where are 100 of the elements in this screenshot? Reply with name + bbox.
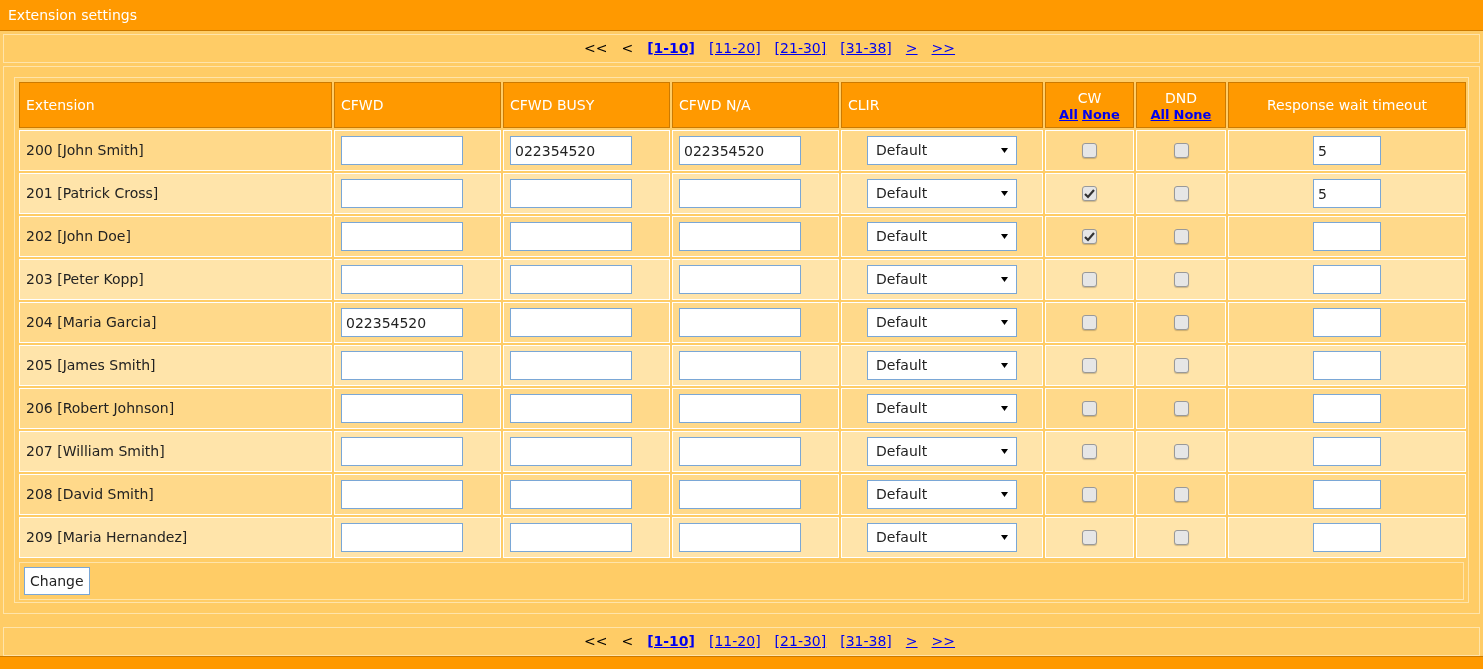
- checkbox[interactable]: [1082, 530, 1097, 545]
- input-field[interactable]: [510, 437, 632, 466]
- select-link[interactable]: All: [1059, 106, 1079, 122]
- dropdown[interactable]: Default: [867, 523, 1017, 552]
- input-field[interactable]: [510, 523, 632, 552]
- input-field[interactable]: [679, 351, 801, 380]
- input-field[interactable]: 5: [1313, 179, 1381, 208]
- current-page-link[interactable]: [1-10]: [647, 38, 695, 59]
- input-field[interactable]: [1313, 394, 1381, 423]
- current-page-link[interactable]: [1-10]: [647, 631, 695, 652]
- input-field[interactable]: 5: [1313, 136, 1381, 165]
- checkbox[interactable]: [1173, 401, 1189, 416]
- checkbox[interactable]: [1173, 272, 1189, 287]
- input-field[interactable]: [679, 222, 801, 251]
- caret-icon: [1001, 148, 1008, 153]
- extension-name: 205 [James Smith]: [26, 357, 156, 373]
- input-field[interactable]: 022354520: [341, 308, 463, 337]
- checkbox[interactable]: [1173, 315, 1189, 330]
- input-field[interactable]: [341, 136, 463, 165]
- select-link[interactable]: All: [1150, 106, 1170, 122]
- page-link[interactable]: [21-30]: [774, 38, 827, 59]
- input-field[interactable]: [510, 394, 632, 423]
- select-link[interactable]: None: [1173, 106, 1212, 122]
- input-field[interactable]: 022354520: [679, 136, 801, 165]
- dropdown[interactable]: Default: [867, 136, 1017, 165]
- caret-icon: [1001, 449, 1008, 454]
- checkbox[interactable]: [1082, 272, 1097, 287]
- input-field[interactable]: [341, 394, 463, 423]
- caret-icon: [1001, 234, 1008, 239]
- extension-name: 209 [Maria Hernandez]: [26, 529, 188, 545]
- input-field[interactable]: 022354520: [510, 136, 632, 165]
- pager-text: <: [621, 632, 634, 651]
- page-link[interactable]: [31-38]: [840, 631, 892, 652]
- page-link[interactable]: [31-38]: [840, 38, 892, 59]
- checkbox[interactable]: [1082, 444, 1097, 459]
- caret-icon: [1001, 320, 1008, 325]
- input-field[interactable]: [341, 179, 463, 208]
- select-link[interactable]: None: [1082, 106, 1120, 122]
- page-link[interactable]: [11-20]: [709, 631, 761, 652]
- input-field[interactable]: [341, 480, 463, 509]
- checkbox[interactable]: [1173, 487, 1189, 502]
- input-field[interactable]: [679, 437, 801, 466]
- extension-name: 203 [Peter Kopp]: [26, 271, 144, 287]
- input-field[interactable]: [679, 179, 801, 208]
- checkbox[interactable]: [1082, 229, 1097, 244]
- checkbox[interactable]: [1173, 186, 1189, 201]
- checkbox[interactable]: [1082, 186, 1097, 201]
- input-field[interactable]: [341, 351, 463, 380]
- dropdown[interactable]: Default: [867, 437, 1017, 466]
- input-field[interactable]: [679, 523, 801, 552]
- checkbox[interactable]: [1173, 358, 1189, 373]
- input-field[interactable]: [341, 437, 463, 466]
- input-field[interactable]: [510, 179, 632, 208]
- dropdown[interactable]: Default: [867, 265, 1017, 294]
- input-field[interactable]: [510, 222, 632, 251]
- checkbox[interactable]: [1082, 315, 1097, 330]
- input-field[interactable]: [341, 265, 463, 294]
- checkbox[interactable]: [1082, 487, 1097, 502]
- input-field[interactable]: [1313, 523, 1381, 552]
- caret-icon: [1001, 277, 1008, 282]
- page-link[interactable]: [21-30]: [774, 631, 827, 652]
- input-field[interactable]: [1313, 265, 1381, 294]
- dropdown[interactable]: Default: [867, 222, 1017, 251]
- input-field[interactable]: [679, 480, 801, 509]
- checkbox[interactable]: [1082, 358, 1097, 373]
- input-field[interactable]: [510, 351, 632, 380]
- input-field[interactable]: [1313, 222, 1381, 251]
- window-title: Extension settings: [8, 5, 137, 25]
- input-field[interactable]: [1313, 480, 1381, 509]
- dropdown[interactable]: Default: [867, 394, 1017, 423]
- input-field[interactable]: [1313, 437, 1381, 466]
- input-field[interactable]: [1313, 351, 1381, 380]
- input-field[interactable]: [341, 222, 463, 251]
- page-link[interactable]: >>: [931, 38, 956, 59]
- dropdown[interactable]: Default: [867, 179, 1017, 208]
- caret-icon: [1001, 363, 1008, 368]
- input-field[interactable]: [679, 308, 801, 337]
- input-field[interactable]: [510, 480, 632, 509]
- page-link[interactable]: [11-20]: [709, 38, 761, 59]
- dropdown[interactable]: Default: [867, 480, 1017, 509]
- input-field[interactable]: [341, 523, 463, 552]
- input-field[interactable]: [679, 265, 801, 294]
- checkbox[interactable]: [1082, 401, 1097, 416]
- input-field[interactable]: [510, 265, 632, 294]
- checkbox[interactable]: [1173, 444, 1189, 459]
- checkbox[interactable]: [1082, 143, 1097, 158]
- change-button[interactable]: Change: [24, 567, 90, 595]
- column-header: CLIR: [848, 96, 881, 114]
- input-field[interactable]: [510, 308, 632, 337]
- page-link[interactable]: >: [905, 38, 918, 59]
- checkbox[interactable]: [1173, 229, 1189, 244]
- input-field[interactable]: [679, 394, 801, 423]
- page-link[interactable]: >: [905, 631, 918, 652]
- dropdown[interactable]: Default: [867, 308, 1017, 337]
- checkbox[interactable]: [1173, 530, 1189, 545]
- page-link[interactable]: >>: [931, 631, 956, 652]
- column-header: CFWD: [341, 96, 385, 114]
- input-field[interactable]: [1313, 308, 1381, 337]
- dropdown[interactable]: Default: [867, 351, 1017, 380]
- checkbox[interactable]: [1173, 143, 1189, 158]
